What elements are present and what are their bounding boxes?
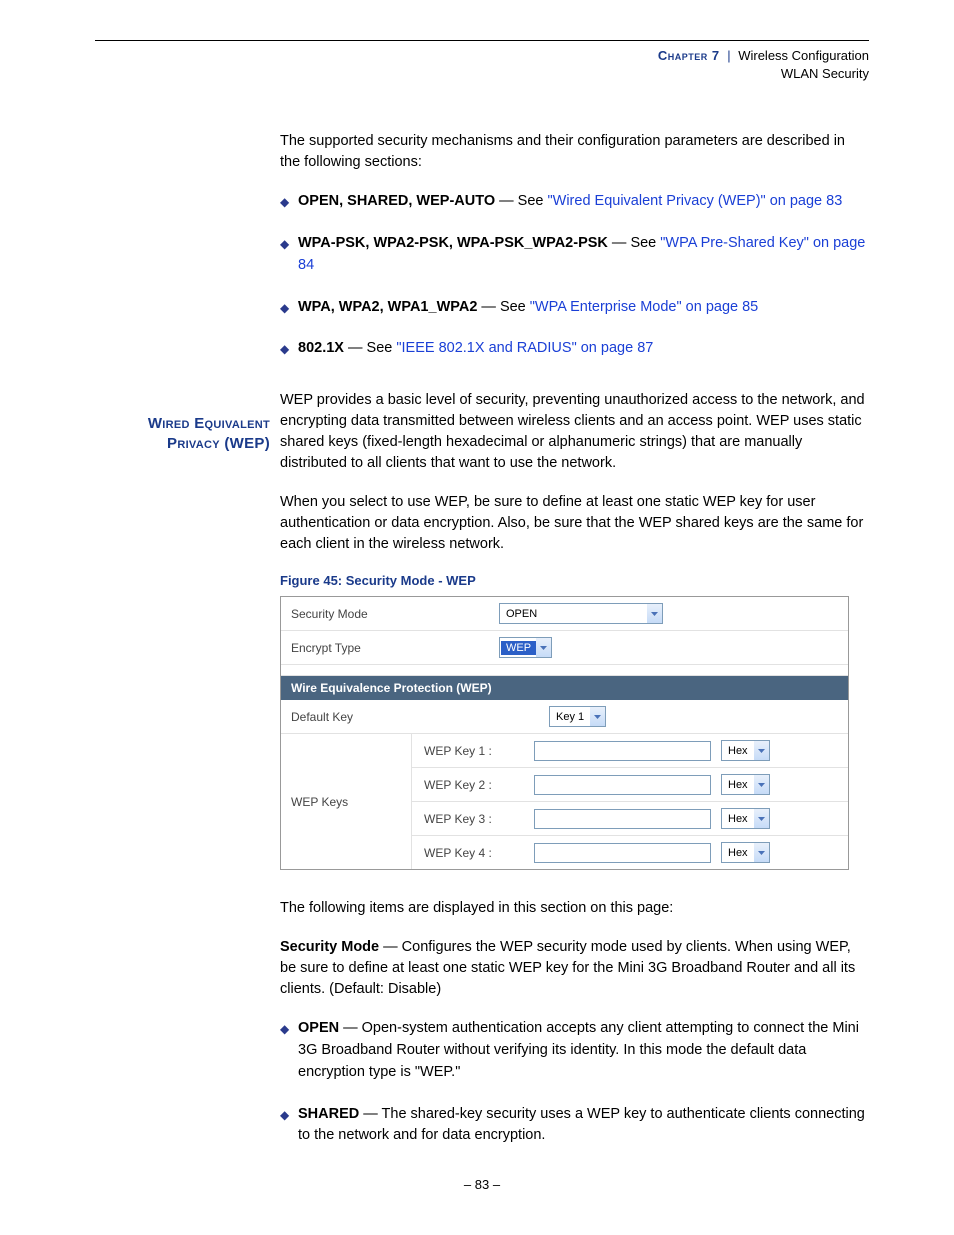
header-separator: | — [727, 48, 730, 63]
chevron-down-icon — [754, 741, 769, 760]
security-mechanisms-list: OPEN, SHARED, WEP-AUTO — See "Wired Equi… — [280, 191, 869, 360]
xref-link[interactable]: "WPA Enterprise Mode" on page 85 — [530, 299, 758, 315]
list-item: OPEN — Open-system authentication accept… — [298, 1018, 869, 1083]
chevron-down-icon — [536, 638, 551, 657]
wep-section-bar: Wire Equivalence Protection (WEP) — [281, 676, 848, 700]
page-header: Chapter 7 | Wireless Configuration WLAN … — [95, 47, 869, 83]
wep-key-type-select[interactable]: Hex — [721, 808, 770, 829]
chevron-down-icon — [754, 843, 769, 862]
wep-key-input[interactable] — [534, 741, 711, 761]
wep-key-type-select[interactable]: Hex — [721, 774, 770, 795]
default-key-label: Default Key — [281, 704, 541, 730]
wep-key-label: WEP Key 4 : — [418, 846, 524, 860]
list-item: OPEN, SHARED, WEP-AUTO — See "Wired Equi… — [298, 191, 869, 213]
wep-key-label: WEP Key 2 : — [418, 778, 524, 792]
item-bold: SHARED — [298, 1106, 359, 1122]
wep-key-row: WEP Key 3 : Hex — [412, 802, 848, 836]
wep-paragraph-1: WEP provides a basic level of security, … — [280, 390, 869, 474]
wep-key-input[interactable] — [534, 843, 711, 863]
chevron-down-icon — [590, 707, 605, 726]
chevron-down-icon — [647, 604, 662, 623]
chevron-down-icon — [754, 809, 769, 828]
security-mode-description: Security Mode — Configures the WEP secur… — [280, 937, 869, 1000]
xref-link[interactable]: "Wired Equivalent Privacy (WEP)" on page… — [548, 193, 843, 209]
wep-key-label: WEP Key 1 : — [418, 744, 524, 758]
post-figure-intro: The following items are displayed in thi… — [280, 898, 869, 919]
chapter-label: Chapter 7 — [658, 48, 720, 63]
default-key-select[interactable]: Key 1 — [549, 706, 606, 727]
item-bold: OPEN, SHARED, WEP-AUTO — [298, 193, 495, 209]
item-bold: WPA, WPA2, WPA1_WPA2 — [298, 299, 477, 315]
mode-options-list: OPEN — Open-system authentication accept… — [280, 1018, 869, 1147]
page-number: – 83 – — [95, 1177, 869, 1192]
wep-key-input[interactable] — [534, 775, 711, 795]
header-title: Wireless Configuration — [738, 48, 869, 63]
list-item: WPA, WPA2, WPA1_WPA2 — See "WPA Enterpri… — [298, 297, 869, 319]
wep-key-row: WEP Key 2 : Hex — [412, 768, 848, 802]
wep-config-figure: Security Mode OPEN Encrypt Type WEP Wire… — [280, 596, 849, 870]
header-subtitle: WLAN Security — [781, 66, 869, 81]
list-item: SHARED — The shared-key security uses a … — [298, 1104, 869, 1148]
chevron-down-icon — [754, 775, 769, 794]
figure-caption: Figure 45: Security Mode - WEP — [280, 573, 869, 588]
item-bold: OPEN — [298, 1020, 339, 1036]
intro-paragraph: The supported security mechanisms and th… — [280, 131, 869, 173]
encrypt-type-select[interactable]: WEP — [499, 637, 552, 658]
wep-key-label: WEP Key 3 : — [418, 812, 524, 826]
wep-key-row: WEP Key 4 : Hex — [412, 836, 848, 869]
list-item: WPA-PSK, WPA2-PSK, WPA-PSK_WPA2-PSK — Se… — [298, 233, 869, 277]
wep-key-type-select[interactable]: Hex — [721, 842, 770, 863]
security-mode-label: Security Mode — [281, 601, 491, 627]
xref-link[interactable]: "IEEE 802.1X and RADIUS" on page 87 — [396, 340, 653, 356]
item-bold: 802.1X — [298, 340, 344, 356]
security-mode-select[interactable]: OPEN — [499, 603, 663, 624]
wep-key-input[interactable] — [534, 809, 711, 829]
wep-paragraph-2: When you select to use WEP, be sure to d… — [280, 492, 869, 555]
section-margin-title: Wired Equivalent Privacy (WEP) — [95, 414, 270, 455]
wep-keys-label: WEP Keys — [281, 734, 412, 869]
item-bold: WPA-PSK, WPA2-PSK, WPA-PSK_WPA2-PSK — [298, 235, 608, 251]
wep-key-row: WEP Key 1 : Hex — [412, 734, 848, 768]
list-item: 802.1X — See "IEEE 802.1X and RADIUS" on… — [298, 338, 869, 360]
encrypt-type-label: Encrypt Type — [281, 635, 491, 661]
term-bold: Security Mode — [280, 939, 379, 955]
wep-key-type-select[interactable]: Hex — [721, 740, 770, 761]
